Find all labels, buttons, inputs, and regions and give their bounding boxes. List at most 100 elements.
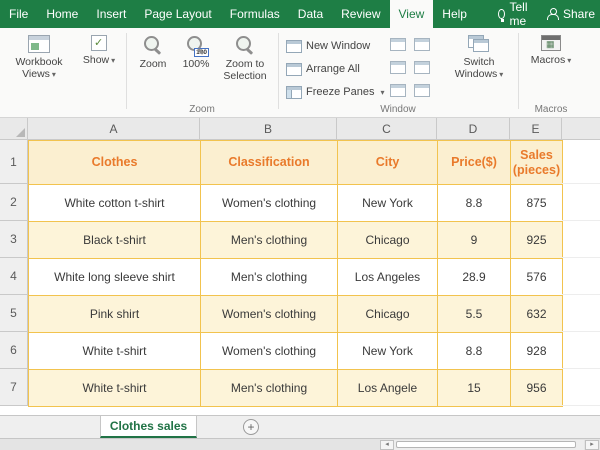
table-cell[interactable]: Los Angele	[338, 370, 438, 407]
row-header-5[interactable]: 5	[0, 295, 27, 332]
table-cell[interactable]: Pink shirt	[29, 296, 201, 333]
header-cell[interactable]: City	[338, 141, 438, 185]
zoom-group-label: Zoom	[189, 104, 215, 115]
column-header-d[interactable]: D	[437, 118, 510, 139]
scroll-right-arrow[interactable]: ▸	[585, 440, 599, 450]
column-header-filler	[562, 118, 600, 139]
freeze-panes-button[interactable]: Freeze Panes	[286, 82, 385, 102]
table-cell[interactable]: New York	[338, 185, 438, 222]
table-cell[interactable]: 956	[511, 370, 563, 407]
tab-review[interactable]: Review	[332, 0, 389, 28]
empty-grid-area	[562, 140, 600, 406]
table-cell[interactable]: 28.9	[438, 259, 511, 296]
header-cell[interactable]: Classification	[201, 141, 338, 185]
table-cell[interactable]: 9	[438, 222, 511, 259]
tab-insert[interactable]: Insert	[87, 0, 135, 28]
table-cell[interactable]: 875	[511, 185, 563, 222]
tab-formulas[interactable]: Formulas	[221, 0, 289, 28]
scroll-left-arrow[interactable]: ◂	[380, 440, 394, 450]
row-header-4[interactable]: 4	[0, 258, 27, 295]
column-header-b[interactable]: B	[200, 118, 337, 139]
status-bar: ◂ ▸	[0, 438, 600, 450]
table-cell[interactable]: Men's clothing	[201, 370, 338, 407]
new-window-icon	[286, 39, 302, 53]
table-cell[interactable]: 15	[438, 370, 511, 407]
show-button[interactable]: Show	[78, 31, 120, 103]
table-cell[interactable]: Black t-shirt	[29, 222, 201, 259]
row-header-2[interactable]: 2	[0, 184, 27, 221]
table-cell[interactable]: White long sleeve shirt	[29, 259, 201, 296]
arrange-all-button[interactable]: Arrange All	[286, 59, 360, 79]
show-icon	[91, 35, 107, 51]
view-side-by-side-icon[interactable]	[414, 38, 430, 51]
share-button[interactable]: Share	[539, 0, 600, 28]
table-cell[interactable]: Men's clothing	[201, 222, 338, 259]
tab-home[interactable]: Home	[37, 0, 87, 28]
tab-help[interactable]: Help	[433, 0, 476, 28]
lightbulb-icon	[497, 9, 505, 22]
zoom-100-button[interactable]: 100 100%	[176, 31, 216, 103]
column-header-a[interactable]: A	[28, 118, 200, 139]
tab-page-layout[interactable]: Page Layout	[135, 0, 220, 28]
column-header-c[interactable]: C	[337, 118, 437, 139]
tab-data[interactable]: Data	[289, 0, 332, 28]
excel-window: File Home Insert Page Layout Formulas Da…	[0, 0, 600, 450]
freeze-panes-icon	[286, 85, 302, 99]
table-cell[interactable]: Chicago	[338, 222, 438, 259]
macros-button[interactable]: Macros	[526, 31, 576, 103]
table-cell[interactable]: White t-shirt	[29, 370, 201, 407]
table-cell[interactable]: 928	[511, 333, 563, 370]
column-header-row: A B C D E	[0, 118, 600, 140]
synchronous-scrolling-icon[interactable]	[414, 61, 430, 74]
new-window-button[interactable]: New Window	[286, 36, 370, 56]
unhide-icon[interactable]	[390, 84, 406, 97]
hide-icon[interactable]	[390, 61, 406, 74]
table-cell[interactable]: White t-shirt	[29, 333, 201, 370]
tell-me-label: Tell me	[509, 0, 528, 28]
tell-me-button[interactable]: Tell me	[490, 0, 539, 28]
table-cell[interactable]: 632	[511, 296, 563, 333]
horizontal-scrollbar-thumb[interactable]	[396, 441, 576, 448]
table-cell[interactable]: New York	[338, 333, 438, 370]
new-sheet-button[interactable]	[243, 419, 259, 435]
zoom-to-selection-button[interactable]: Zoom to Selection	[218, 31, 272, 103]
row-header-3[interactable]: 3	[0, 221, 27, 258]
table-cell[interactable]: 576	[511, 259, 563, 296]
tab-file[interactable]: File	[0, 0, 37, 28]
sheet-tab-clothes-sales[interactable]: Clothes sales	[100, 416, 197, 438]
group-separator	[518, 33, 519, 109]
reset-window-position-icon[interactable]	[414, 84, 430, 97]
switch-windows-button[interactable]: Switch Windows	[448, 31, 510, 103]
data-table: Clothes Classification City Price($) Sal…	[28, 140, 563, 407]
table-cell[interactable]: Women's clothing	[201, 333, 338, 370]
zoom-button[interactable]: Zoom	[132, 31, 174, 103]
arrange-all-icon	[286, 62, 302, 76]
ribbon-body: Workbook Views Show Zoom 100 100% Zoom t…	[0, 28, 600, 118]
group-separator	[126, 33, 127, 109]
select-all-corner[interactable]	[0, 118, 28, 139]
table-cell[interactable]: 925	[511, 222, 563, 259]
table-cell[interactable]: 8.8	[438, 185, 511, 222]
workbook-views-icon	[28, 35, 50, 53]
table-cell[interactable]: White cotton t-shirt	[29, 185, 201, 222]
header-cell[interactable]: Clothes	[29, 141, 201, 185]
tab-view[interactable]: View	[389, 0, 434, 28]
new-window-label: New Window	[306, 40, 371, 52]
table-cell[interactable]: Women's clothing	[201, 296, 338, 333]
row-header-6[interactable]: 6	[0, 332, 27, 369]
table-cell[interactable]: Los Angeles	[338, 259, 438, 296]
table-cell[interactable]: Women's clothing	[201, 185, 338, 222]
table-cell[interactable]: Chicago	[338, 296, 438, 333]
row-header-7[interactable]: 7	[0, 369, 27, 406]
share-label: Share	[563, 7, 596, 21]
table-cell[interactable]: 5.5	[438, 296, 511, 333]
table-cell[interactable]: 8.8	[438, 333, 511, 370]
horizontal-scrollbar-track[interactable]	[394, 440, 584, 450]
table-cell[interactable]: Men's clothing	[201, 259, 338, 296]
row-header-1[interactable]: 1	[0, 140, 27, 184]
header-cell[interactable]: Sales (pieces)	[511, 141, 563, 185]
split-icon[interactable]	[390, 38, 406, 51]
header-cell[interactable]: Price($)	[438, 141, 511, 185]
workbook-views-button[interactable]: Workbook Views	[6, 31, 72, 103]
column-header-e[interactable]: E	[510, 118, 562, 139]
